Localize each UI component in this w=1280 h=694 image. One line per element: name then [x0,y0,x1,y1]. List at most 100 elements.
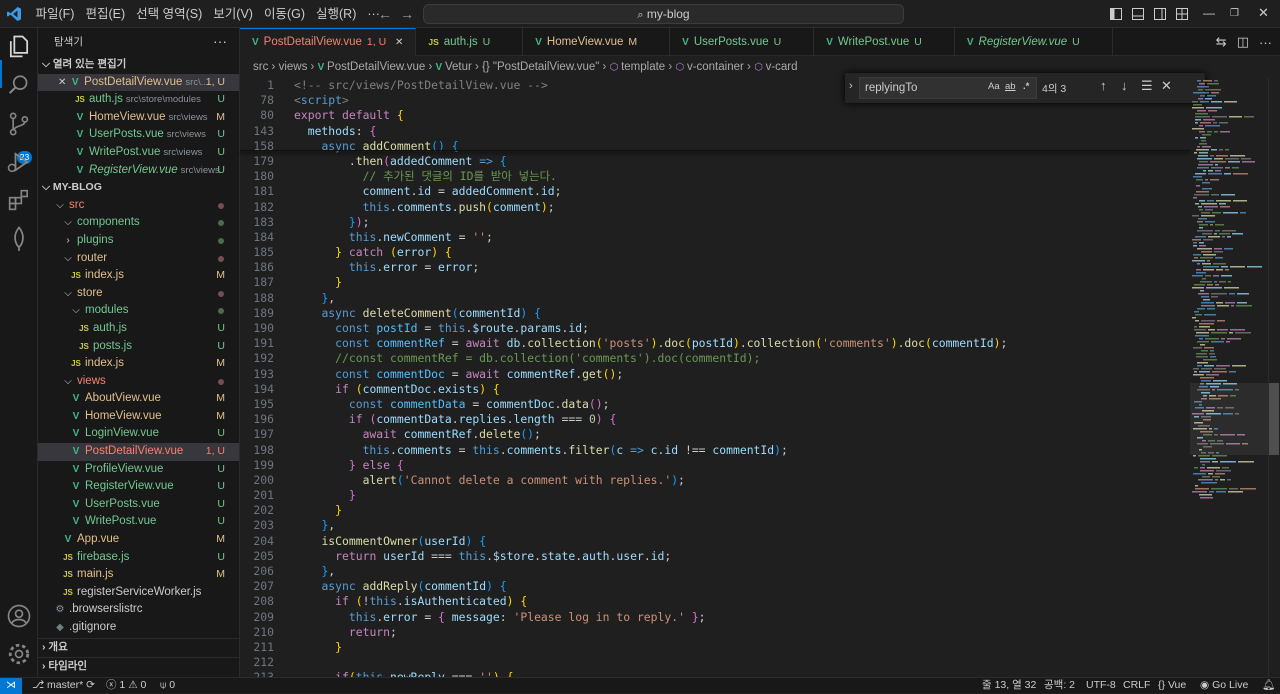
settings-gear-icon[interactable] [5,640,33,668]
minimap-viewport[interactable] [1190,383,1268,455]
menu-item[interactable]: 실행(R) [311,0,362,28]
ports-status[interactable]: ⍦ 0 [160,678,175,693]
find-in-selection-icon[interactable]: ☰ [1141,78,1153,94]
minimap[interactable] [1190,78,1268,677]
minimize-icon[interactable]: — [1203,6,1215,20]
customize-layout-icon[interactable] [1176,8,1188,20]
toggle-primary-sidebar-icon[interactable] [1110,8,1122,20]
timeline-header[interactable]: › 타임라인 [38,656,239,675]
tree-item[interactable]: V AboutView.vue M [38,390,239,408]
end-of-line[interactable]: CRLF [1123,678,1150,693]
tree-item[interactable]: JS firebase.js U [38,549,239,567]
scrollbar-thumb[interactable] [1269,383,1279,455]
open-editor-item[interactable]: V HomeView.vue src\views M [38,109,239,127]
editor-tab[interactable]: V RegisterView.vue U [955,28,1113,56]
code-editor[interactable]: 1 <!-- src/views/PostDetailView.vue --> 78… [240,78,1190,677]
account-icon[interactable] [5,602,33,630]
split-editor-icon[interactable]: ◫ [1237,34,1249,50]
mongodb-leaf-icon[interactable] [5,224,33,252]
outline-header[interactable]: › 개요 [38,639,239,657]
cursor-position[interactable]: 줄 13, 열 32 [982,678,1036,693]
breadcrumb-item[interactable]: Vetur [445,61,472,73]
tree-item[interactable]: ⌵ router [38,250,239,268]
editor-tab[interactable]: V PostDetailView.vue 1, U ✕ [240,28,417,56]
go-live-button[interactable]: ◉ Go Live [1200,678,1248,693]
breadcrumb-item[interactable]: v-container [687,61,744,73]
editor-tab[interactable]: V UserPosts.vue U [670,28,815,56]
match-whole-word-toggle[interactable]: ab [1005,81,1016,92]
project-header[interactable]: ⌵ MY-BLOG [38,179,239,197]
tree-item[interactable]: JS registerServiceWorker.js [38,584,239,602]
close-tab-icon[interactable]: ✕ [392,37,403,48]
editor-tab[interactable]: V WritePost.vue U [814,28,955,56]
tree-item[interactable]: › plugins [38,232,239,250]
toggle-panel-icon[interactable] [1132,8,1144,20]
open-editor-item[interactable]: V RegisterView.vue src\views U [38,162,239,180]
language-mode[interactable]: {} Vue [1158,678,1186,693]
source-control-icon[interactable] [5,110,33,138]
tree-item[interactable]: ⚙ .browserslistrc [38,601,239,619]
tree-item[interactable]: ⌵ src [38,197,239,215]
restore-icon[interactable]: ❐ [1230,8,1239,19]
tree-item[interactable]: JS posts.js U [38,338,239,356]
more-actions-icon[interactable]: ··· [1259,35,1272,50]
tree-item[interactable]: V PostDetailView.vue 1, U [38,443,239,461]
more-actions-icon[interactable]: ··· [213,28,227,54]
tree-item[interactable]: JS auth.js U [38,320,239,338]
open-editor-item[interactable]: V WritePost.vue src\views U [38,144,239,162]
problems-status[interactable]: ⓧ 1 ⚠ 0 [106,678,146,693]
tree-item[interactable]: JS index.js M [38,267,239,285]
branch-status[interactable]: ⎇ master* ⟳ [32,678,95,693]
breadcrumb-item[interactable]: v-card [766,61,798,73]
tree-item[interactable]: V HomeView.vue M [38,408,239,426]
tree-item[interactable]: V UserPosts.vue U [38,496,239,514]
tree-item[interactable]: V WritePost.vue U [38,513,239,531]
previous-match-icon[interactable]: ↑ [1100,78,1107,93]
use-regex-toggle[interactable]: .* [1023,81,1029,92]
next-match-icon[interactable]: ↓ [1121,78,1128,93]
breadcrumb-item[interactable]: src [253,61,268,73]
tree-item[interactable]: JS main.js M [38,566,239,584]
close-editor-icon[interactable]: ✕ [58,77,69,88]
explorer-icon[interactable] [5,33,33,61]
vertical-scrollbar[interactable] [1268,78,1280,677]
tree-item[interactable]: V LoginView.vue U [38,425,239,443]
tree-item[interactable]: ⌵ modules [38,302,239,320]
toggle-replace-icon[interactable]: › [849,80,853,92]
tree-item[interactable]: ⌵ components [38,214,239,232]
run-debug-icon[interactable] [5,148,33,176]
forward-arrow-icon[interactable]: → [400,6,414,22]
extensions-icon[interactable] [5,186,33,214]
tree-item[interactable]: ⌵ views [38,373,239,391]
open-editor-item[interactable]: JS auth.js src\store\modules U [38,91,239,109]
tree-item[interactable]: V App.vue M [38,531,239,549]
remote-indicator-icon[interactable]: ⋊ [0,678,22,694]
breadcrumb-item[interactable]: PostDetailView.vue [327,61,425,73]
breadcrumb-item[interactable]: {} "PostDetailView.vue" [482,61,599,73]
toggle-secondary-sidebar-icon[interactable] [1154,8,1166,20]
command-center-search[interactable]: ⌕ my-blog [423,4,904,24]
open-editor-item[interactable]: ✕ V PostDetailView.vue src\... 1, U [38,73,239,92]
tree-item[interactable]: V RegisterView.vue U [38,478,239,496]
menu-item[interactable]: 선택 영역(S) [131,0,208,28]
menu-item[interactable]: 보기(V) [208,0,259,28]
tree-item[interactable]: ◆ .gitignore [38,619,239,637]
tree-item[interactable]: V ProfileView.vue U [38,461,239,479]
compare-changes-icon[interactable]: ⇆ [1216,34,1227,50]
close-find-icon[interactable]: ✕ [1161,78,1172,94]
close-window-icon[interactable]: ✕ [1258,5,1269,21]
tree-item[interactable]: ⌵ store [38,285,239,303]
open-editor-item[interactable]: V UserPosts.vue src\views U [38,126,239,144]
encoding[interactable]: UTF-8 [1086,678,1116,693]
menu-item[interactable]: 이동(G) [258,0,310,28]
tree-item[interactable]: JS index.js M [38,355,239,373]
back-arrow-icon[interactable]: ← [378,6,392,22]
notifications-bell-icon[interactable]: 🔔︎ [1262,678,1275,693]
search-icon[interactable] [5,71,33,99]
menu-item[interactable]: 파일(F) [30,0,80,28]
editor-tab[interactable]: JS auth.js U [416,28,524,56]
match-case-toggle[interactable]: Aa [988,81,1000,92]
indentation[interactable]: 공백: 2 [1044,678,1075,693]
breadcrumb-item[interactable]: views [279,61,308,73]
breadcrumb-item[interactable]: template [621,61,665,73]
